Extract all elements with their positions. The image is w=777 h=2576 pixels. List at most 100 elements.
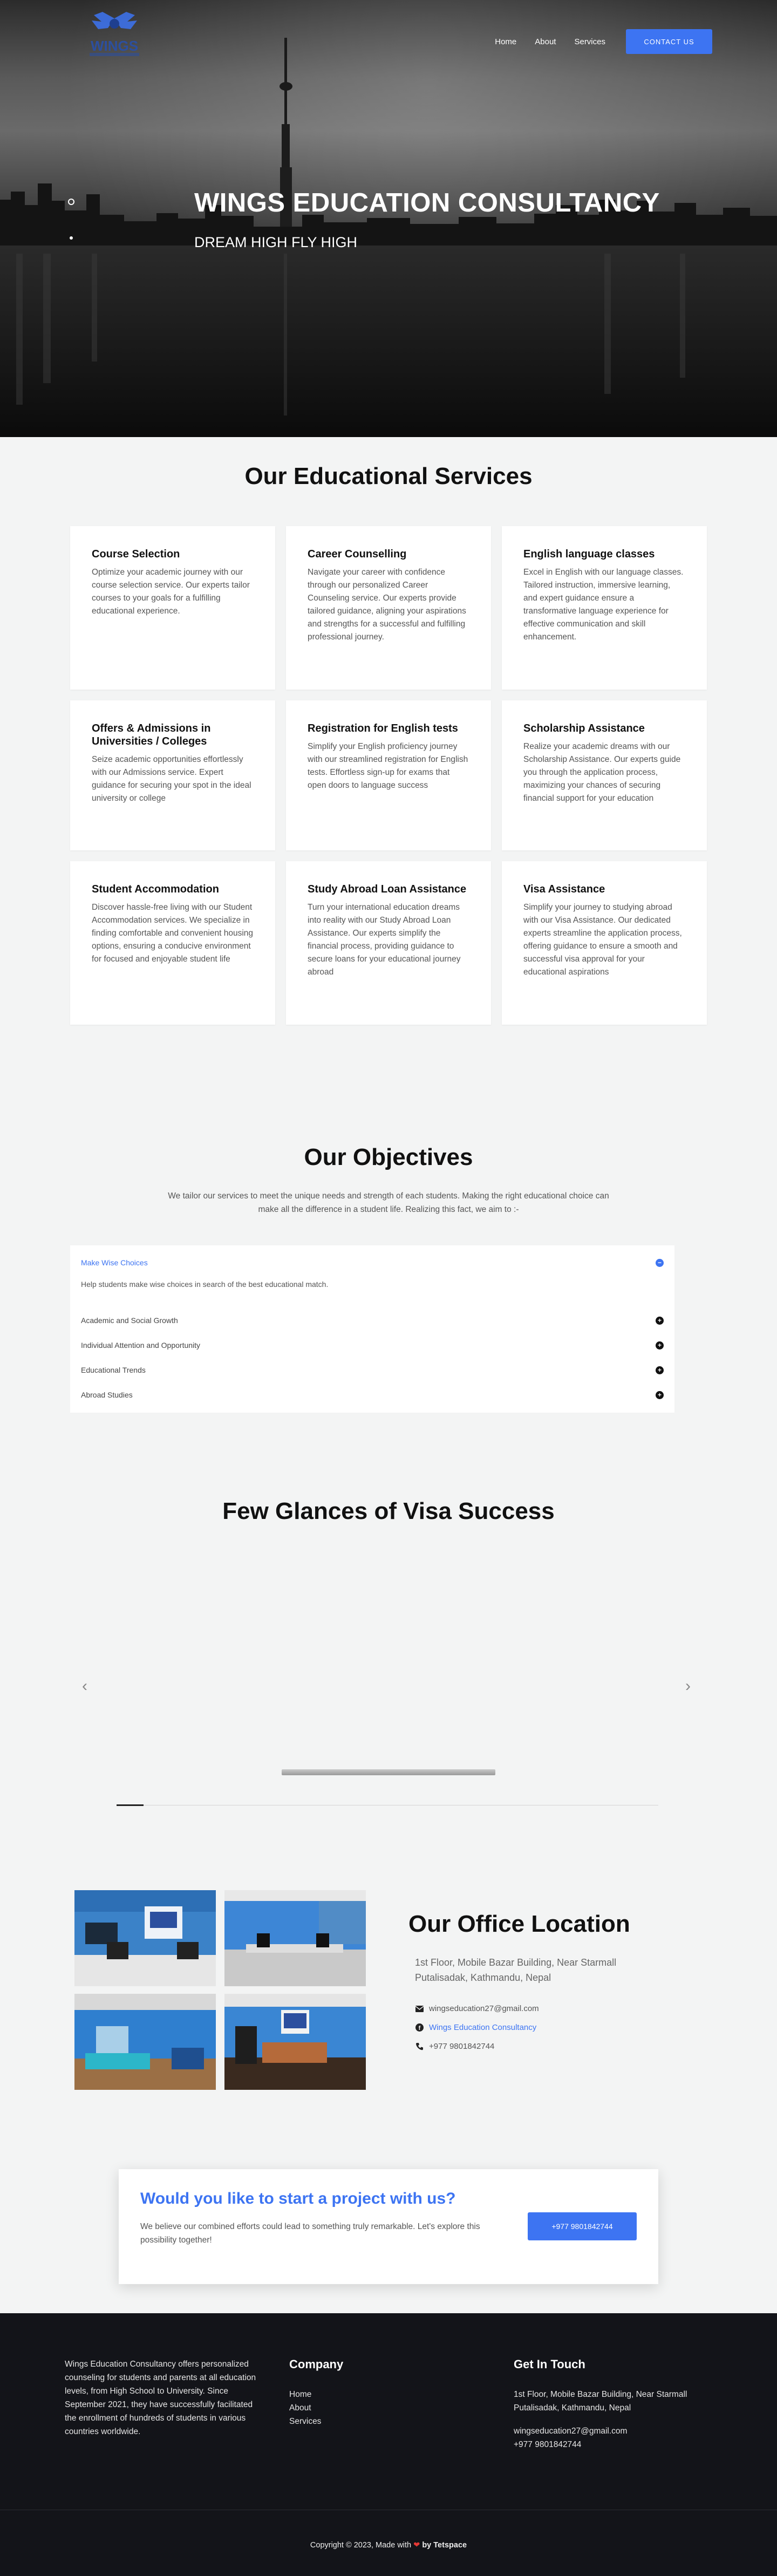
footer-getin-title: Get In Touch	[514, 2357, 585, 2371]
chevron-right-icon[interactable]: ›	[685, 1677, 691, 1695]
service-card: Course Selection Optimize your academic j…	[70, 526, 275, 690]
service-card-text: Navigate your career with confidence thr…	[308, 568, 466, 642]
accordion-item[interactable]: Abroad Studies +	[81, 1382, 664, 1407]
hero-banner: WINGS Home About Services CONTACT US WIN…	[0, 0, 777, 437]
plus-circle-icon[interactable]: +	[656, 1391, 664, 1399]
contact-facebook[interactable]: f Wings Education Consultancy	[415, 2023, 536, 2032]
office-photo[interactable]	[74, 1994, 216, 2090]
service-card-title: Student Accommodation	[92, 883, 219, 895]
contact-email[interactable]: wingseducation27@gmail.com	[415, 2004, 539, 2013]
service-card: Career Counselling Navigate your career w…	[286, 526, 491, 690]
office-location-title: Our Office Location	[408, 1911, 630, 1937]
footer: Wings Education Consultancy offers perso…	[0, 2313, 777, 2576]
slide-indicator-active[interactable]	[68, 199, 74, 205]
service-card-text: Excel in English with our language class…	[523, 568, 684, 642]
accordion-item-title: Abroad Studies	[81, 1391, 133, 1399]
objectives-subtitle: We tailor our services to meet the uniqu…	[168, 1191, 609, 1214]
phone-icon	[415, 2042, 424, 2051]
accordion-item-title: Make Wise Choices	[81, 1258, 148, 1267]
contact-facebook-link[interactable]: Wings Education Consultancy	[429, 2023, 536, 2032]
svg-text:f: f	[418, 2025, 420, 2032]
accordion-item-open[interactable]: Make Wise Choices −	[81, 1256, 664, 1269]
accordion-item-title: Educational Trends	[81, 1366, 146, 1374]
service-card-text: Simplify your English proficiency journe…	[308, 742, 468, 790]
footer-company-title: Company	[289, 2357, 344, 2371]
office-photo[interactable]	[224, 1890, 366, 1986]
contact-phone-text: +977 9801842744	[429, 2042, 495, 2051]
objectives-accordion: Make Wise Choices − Help students make w…	[70, 1245, 674, 1413]
minus-circle-icon[interactable]: −	[656, 1258, 664, 1267]
carousel-scrollbar[interactable]	[282, 1769, 495, 1775]
footer-email[interactable]: wingseducation27@gmail.com	[514, 2424, 713, 2438]
contact-us-button[interactable]: CONTACT US	[626, 29, 712, 54]
nav-services[interactable]: Services	[574, 37, 605, 46]
wings-logo[interactable]: WINGS	[70, 8, 159, 62]
project-cta-text: We believe our combined efforts could le…	[140, 2222, 480, 2245]
office-photo[interactable]	[74, 1890, 216, 1986]
service-card: Offers & Admissions in Universities / Co…	[70, 700, 275, 850]
main-nav: Home About Services CONTACT US	[495, 29, 712, 54]
service-card: Student Accommodation Discover hassle-fre…	[70, 861, 275, 1025]
service-card-title: Career Counselling	[308, 548, 407, 560]
services-grid: Course Selection Optimize your academic j…	[70, 526, 707, 1025]
nav-home[interactable]: Home	[495, 37, 516, 46]
service-card: Scholarship Assistance Realize your acade…	[502, 700, 707, 850]
copyright-text: Copyright © 2023, Made with	[310, 2541, 412, 2550]
service-card-title: Course Selection	[92, 548, 180, 560]
accordion-item[interactable]: Educational Trends +	[81, 1358, 664, 1382]
envelope-icon	[415, 2005, 424, 2013]
service-card-text: Optimize your academic journey with our …	[92, 568, 250, 616]
footer-phone[interactable]: +977 9801842744	[514, 2438, 713, 2451]
contact-phone[interactable]: +977 9801842744	[415, 2042, 494, 2051]
project-cta-card: Would you like to start a project with u…	[119, 2169, 658, 2284]
service-card: Study Abroad Loan Assistance Turn your in…	[286, 861, 491, 1025]
hero-title: WINGS EDUCATION CONSULTANCY	[194, 188, 660, 217]
service-card-title: Scholarship Assistance	[523, 723, 645, 734]
footer-address: 1st Floor, Mobile Bazar Building, Near S…	[514, 2390, 687, 2413]
office-photo[interactable]	[224, 1994, 366, 2090]
visa-success-title: Few Glances of Visa Success	[222, 1498, 555, 1524]
service-card-title: Offers & Admissions in Universities / Co…	[92, 723, 211, 747]
objectives-title: Our Objectives	[304, 1144, 473, 1170]
slide-indicator[interactable]	[70, 236, 73, 240]
hero-subtitle: DREAM HIGH FLY HIGH	[194, 234, 358, 250]
footer-link-about[interactable]: About	[289, 2401, 343, 2415]
service-card-text: Discover hassle-free living with our Stu…	[92, 903, 254, 964]
service-card-text: Simplify your journey to studying abroad…	[523, 903, 682, 977]
footer-link-home[interactable]: Home	[289, 2388, 343, 2401]
service-card-text: Turn your international education dreams…	[308, 903, 461, 977]
accordion-item[interactable]: Individual Attention and Opportunity +	[81, 1333, 664, 1358]
accordion-item-title: Individual Attention and Opportunity	[81, 1341, 201, 1350]
service-card: Visa Assistance Simplify your journey to …	[502, 861, 707, 1025]
footer-about: Wings Education Consultancy offers perso…	[65, 2360, 256, 2436]
service-card-title: Registration for English tests	[308, 723, 458, 734]
phone-call-button[interactable]: +977 9801842744	[528, 2212, 637, 2240]
accordion-item-title: Academic and Social Growth	[81, 1316, 178, 1325]
carousel-progress-fill	[117, 1804, 144, 1806]
service-card-title: Study Abroad Loan Assistance	[308, 883, 467, 895]
service-card-text: Realize your academic dreams with our Sc…	[523, 742, 681, 803]
plus-circle-icon[interactable]: +	[656, 1316, 664, 1325]
nav-about[interactable]: About	[535, 37, 556, 46]
footer-company: Company Home About Services	[289, 2357, 343, 2428]
copyright: Copyright © 2023, Made with ❤ by Tetspac…	[0, 2541, 777, 2550]
accordion-item[interactable]: Academic and Social Growth +	[81, 1308, 664, 1333]
copyright-author[interactable]: by Tetspace	[422, 2541, 467, 2550]
accordion-item-body: Help students make wise choices in searc…	[81, 1280, 329, 1289]
office-address: 1st Floor, Mobile Bazar Building, Near S…	[415, 1957, 617, 1983]
facebook-icon: f	[415, 2023, 424, 2032]
service-card-title: English language classes	[523, 548, 655, 560]
plus-circle-icon[interactable]: +	[656, 1341, 664, 1350]
service-card-title: Visa Assistance	[523, 883, 605, 895]
project-cta-title: Would you like to start a project with u…	[140, 2190, 456, 2207]
services-title: Our Educational Services	[244, 463, 533, 489]
heart-icon: ❤	[413, 2541, 420, 2550]
city-skyline-image	[0, 38, 777, 437]
service-card: Registration for English tests Simplify y…	[286, 700, 491, 850]
footer-link-services[interactable]: Services	[289, 2415, 343, 2428]
chevron-left-icon[interactable]: ‹	[82, 1677, 87, 1695]
service-card-text: Seize academic opportunities effortlessl…	[92, 755, 251, 803]
plus-circle-icon[interactable]: +	[656, 1366, 664, 1374]
contact-email-text: wingseducation27@gmail.com	[429, 2004, 539, 2013]
service-card: English language classes Excel in English…	[502, 526, 707, 690]
